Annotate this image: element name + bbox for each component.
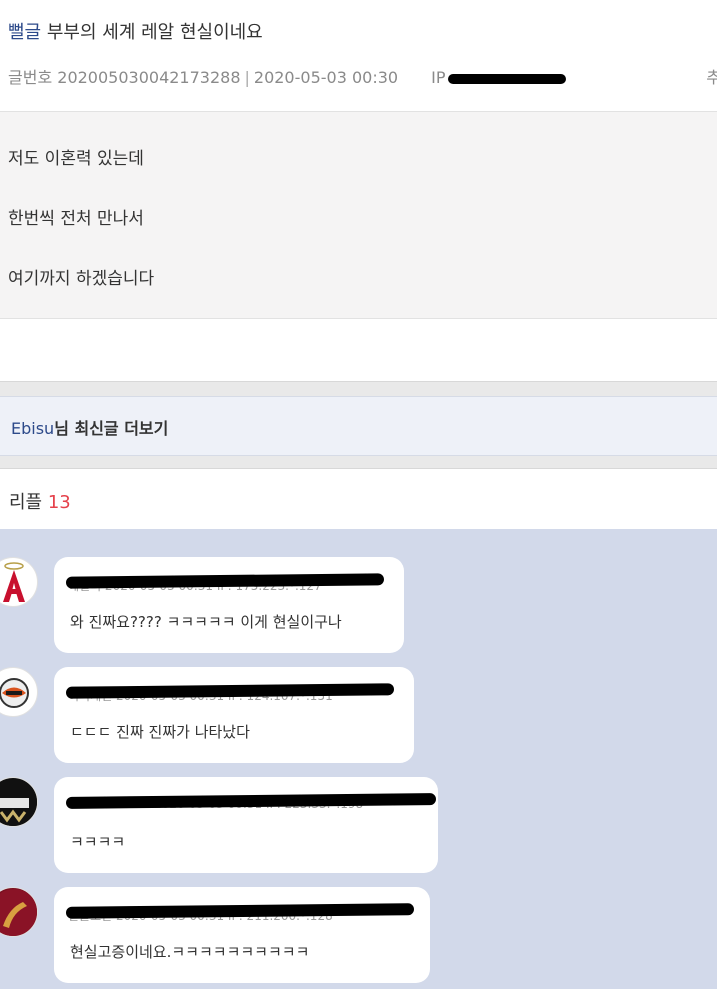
post-title-text: 부부의 세계 레알 현실이네요 [46,22,263,43]
comment-list: 에일리 2020-05-03 00:31 IP: 175.223.*.127 와… [0,529,717,989]
reply-header: 리플 13 [0,469,717,529]
meta-divider: | [244,68,250,87]
redaction-mark [65,683,395,699]
spurs-logo-icon[interactable] [0,777,38,827]
post-body: 저도 이혼력 있는데 한번씩 전처 만나서 여기까지 하겠습니다 [0,111,717,319]
post-meta: 글번호 202005030042173288 | 2020-05-03 00:30 … [8,64,566,88]
spacer [0,319,717,381]
more-posts-box[interactable]: Ebisu님 최신글 더보기 [0,396,717,456]
reply-label-text: 리플 [9,492,43,513]
comment-bubble: 에일리 2020-05-03 00:31 IP: 175.223.*.127 와… [54,557,404,653]
post-meta-right: 추 [706,68,717,87]
section-divider [0,456,717,469]
reply-label: 리플 13 [9,488,71,514]
saxophone-icon[interactable] [0,887,38,937]
team-logo-icon[interactable] [0,667,38,717]
post-ip-label: IP [431,68,446,87]
angels-logo-icon[interactable] [0,557,38,607]
comment-bubble: BUCKETHEAD 2020-05-03 00:31 IP: 223.33.*… [54,777,438,873]
post-date: 2020-05-03 00:30 [253,68,399,87]
more-posts-label[interactable]: 님 최신글 더보기 [54,419,168,438]
post-number: 202005030042173288 [57,68,241,87]
more-posts-link[interactable]: Ebisu님 최신글 더보기 [11,415,168,439]
redaction-mark [65,903,415,919]
reply-count: 13 [47,492,71,513]
comment-bubble: 한글로만 2020-05-03 00:31 IP: 211.200.*.128 … [54,887,430,983]
comment-text: ㄷㄷㄷ 진짜 진짜가 나타났다 [70,723,250,741]
post-number-label: 글번호 [8,68,53,87]
comment-text: 와 진짜요???? ㅋㅋㅋㅋㅋ 이게 현실이구나 [70,613,342,631]
post-body-line: 여기까지 하겠습니다 [8,269,155,289]
redaction-mark [65,573,385,589]
comment-bubble: 허리케인 2020-05-03 00:31 IP: 124.107.*.151 … [54,667,414,763]
post-body-line: 한번씩 전처 만나서 [8,209,144,229]
section-divider [0,381,717,396]
ip-redaction [447,73,566,84]
post-title: 뻘글 부부의 세계 레알 현실이네요 [8,18,263,44]
author-name[interactable]: Ebisu [11,419,54,438]
comment-text: 현실고증이네요.ㅋㅋㅋㅋㅋㅋㅋㅋㅋㅋ [70,943,310,961]
comment-text: ㅋㅋㅋㅋ [70,833,126,851]
redaction-mark [65,793,437,809]
post-category[interactable]: 뻘글 [8,22,41,43]
post-header: 뻘글 부부의 세계 레알 현실이네요 글번호 20200503004217328… [0,0,717,111]
post-body-line: 저도 이혼력 있는데 [8,149,144,169]
